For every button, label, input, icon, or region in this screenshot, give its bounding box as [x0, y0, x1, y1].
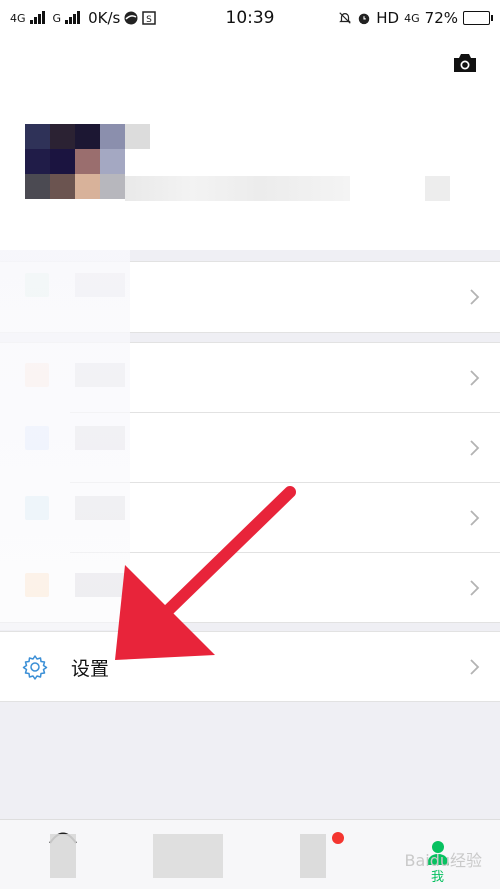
network-speed: 0K/s	[88, 9, 121, 27]
hd-label: HD	[376, 9, 400, 27]
menu-item-favorites[interactable]	[0, 343, 500, 413]
menu-label-blurred	[75, 273, 125, 297]
menu-item-wallet[interactable]	[0, 262, 500, 332]
red-dot-badge	[332, 832, 344, 844]
settings-label: 设置	[71, 657, 110, 680]
divider	[0, 332, 500, 333]
status-bar: 4G G 0K/s S 10:39 HD 4G 72%	[0, 0, 500, 36]
network-type-2: G	[52, 11, 62, 25]
chevron-right-icon	[470, 659, 480, 675]
network-type-1: 4G	[10, 11, 26, 25]
chevron-right-icon	[470, 510, 480, 526]
signal-icon-2	[65, 11, 81, 24]
divider	[0, 622, 500, 623]
app-s-icon: S	[142, 11, 157, 25]
wallet-icon	[25, 273, 49, 297]
favorites-icon	[25, 363, 49, 387]
svg-text:S: S	[146, 15, 152, 25]
alarm-icon	[357, 11, 371, 25]
chevron-right-icon	[470, 370, 480, 386]
chevron-right-icon	[470, 440, 480, 456]
menu-label-blurred	[75, 573, 125, 597]
signal-icon	[29, 11, 45, 24]
avatar[interactable]	[25, 124, 125, 234]
tab-bar: 我 Baidu经验	[0, 819, 500, 889]
qr-code-blurred[interactable]	[425, 176, 450, 201]
tab-icon-blurred	[299, 834, 326, 878]
menu-label-blurred	[75, 426, 125, 450]
tab-contacts[interactable]	[125, 820, 250, 889]
gear-icon	[22, 655, 48, 680]
chevron-right-icon	[470, 580, 480, 596]
album-icon	[25, 426, 49, 450]
status-left: 4G G 0K/s S	[10, 9, 157, 27]
nickname-blurred	[125, 124, 150, 149]
divider	[0, 701, 500, 702]
mute-bell-icon	[338, 11, 352, 25]
4g-label: 4G	[404, 11, 420, 25]
browser-icon	[124, 11, 138, 25]
cards-icon	[25, 496, 49, 520]
battery-percent: 72%	[424, 9, 458, 27]
menu-item-settings[interactable]: 设置	[0, 632, 500, 702]
tab-discover[interactable]	[250, 820, 375, 889]
tab-icon-blurred	[152, 834, 223, 878]
menu-item-cards[interactable]	[0, 483, 500, 553]
stickers-icon	[25, 573, 49, 597]
tab-icon-blurred	[49, 834, 76, 878]
baidu-watermark: Baidu经验	[404, 851, 482, 870]
chevron-right-icon	[470, 289, 480, 305]
status-right: HD 4G 72%	[338, 9, 493, 27]
menu-label-blurred	[75, 363, 125, 387]
menu-item-stickers[interactable]	[0, 553, 500, 623]
profile-header[interactable]	[0, 36, 500, 250]
camera-icon[interactable]	[452, 52, 478, 74]
tab-chats[interactable]	[0, 820, 125, 889]
menu-label-blurred	[75, 496, 125, 520]
menu-item-album[interactable]	[0, 413, 500, 483]
battery-icon	[463, 11, 493, 25]
wechat-id-blurred	[125, 176, 350, 201]
